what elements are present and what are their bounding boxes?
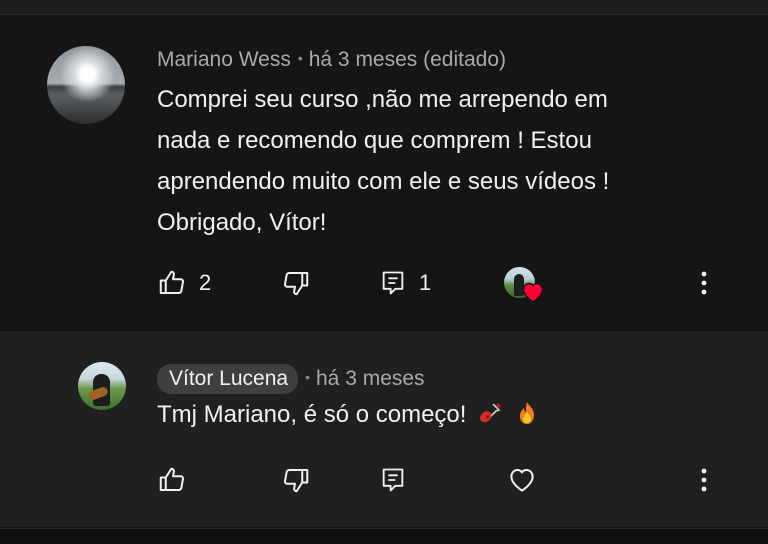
avatar[interactable] (47, 46, 125, 124)
dislike-button[interactable] (281, 263, 311, 303)
thumbs-up-icon (159, 467, 185, 491)
comment-time[interactable]: há 3 meses (editado) (309, 48, 506, 71)
reply-time[interactable]: há 3 meses (316, 367, 425, 390)
separator-dot: • (305, 369, 310, 385)
comment-meta: Mariano Wess • há 3 meses (editado) (157, 48, 506, 72)
comment-text: Comprei seu curso ,não me arrependo em n… (157, 79, 717, 243)
reply-meta: Vítor Lucena • há 3 meses (157, 364, 425, 394)
reply-button[interactable] (379, 460, 407, 500)
comment-reply-icon (382, 468, 404, 492)
more-vertical-icon (701, 271, 707, 295)
dislike-button[interactable] (281, 460, 311, 500)
comment-line: nada e recomendo que comprem ! Estou (157, 127, 592, 154)
thumbs-down-icon (283, 272, 309, 296)
replies-button[interactable]: 1 (379, 263, 431, 303)
more-options-button[interactable] (692, 460, 716, 500)
like-button[interactable] (157, 460, 187, 500)
reply-count: 1 (419, 270, 432, 295)
reply-text-row: Tmj Mariano, é só o começo! (157, 395, 717, 435)
creator-heart-badge (503, 263, 547, 303)
thumbs-down-icon (283, 469, 309, 493)
comment-reply-icon (382, 271, 404, 295)
heart-outline-icon (510, 469, 534, 492)
comment-line: aprendendo muito com ele e seus vídeos ! (157, 168, 610, 195)
like-button[interactable]: 2 (157, 263, 211, 303)
comment-line: Comprei seu curso ,não me arrependo em (157, 86, 608, 113)
reply-actions (0, 460, 768, 500)
separator-dot: • (297, 50, 303, 66)
author-chip[interactable]: Vítor Lucena (157, 364, 299, 394)
author-name[interactable]: Mariano Wess (157, 48, 291, 71)
comment-line: Obrigado, Vítor! (157, 209, 327, 236)
comment-reply: Vítor Lucena • há 3 meses Tmj Mariano, é s… (0, 331, 768, 527)
more-options-button[interactable] (692, 263, 716, 303)
avatar[interactable] (78, 362, 126, 410)
fire-emoji (519, 402, 534, 424)
more-vertical-icon (701, 468, 707, 492)
reply-text: Tmj Mariano, é só o começo! (157, 401, 467, 428)
heart-filled-icon (522, 282, 544, 303)
bottom-bar (0, 528, 768, 544)
creator-heart[interactable] (503, 263, 547, 303)
like-count: 2 (199, 270, 212, 295)
top-bar (0, 0, 768, 15)
comment-thread-main: Mariano Wess • há 3 meses (editado) Compre… (0, 15, 768, 330)
heart-button[interactable] (507, 460, 537, 500)
guitar-emoji (480, 403, 502, 423)
comment-actions: 2 1 (0, 263, 768, 303)
thumbs-up-icon (159, 270, 185, 294)
